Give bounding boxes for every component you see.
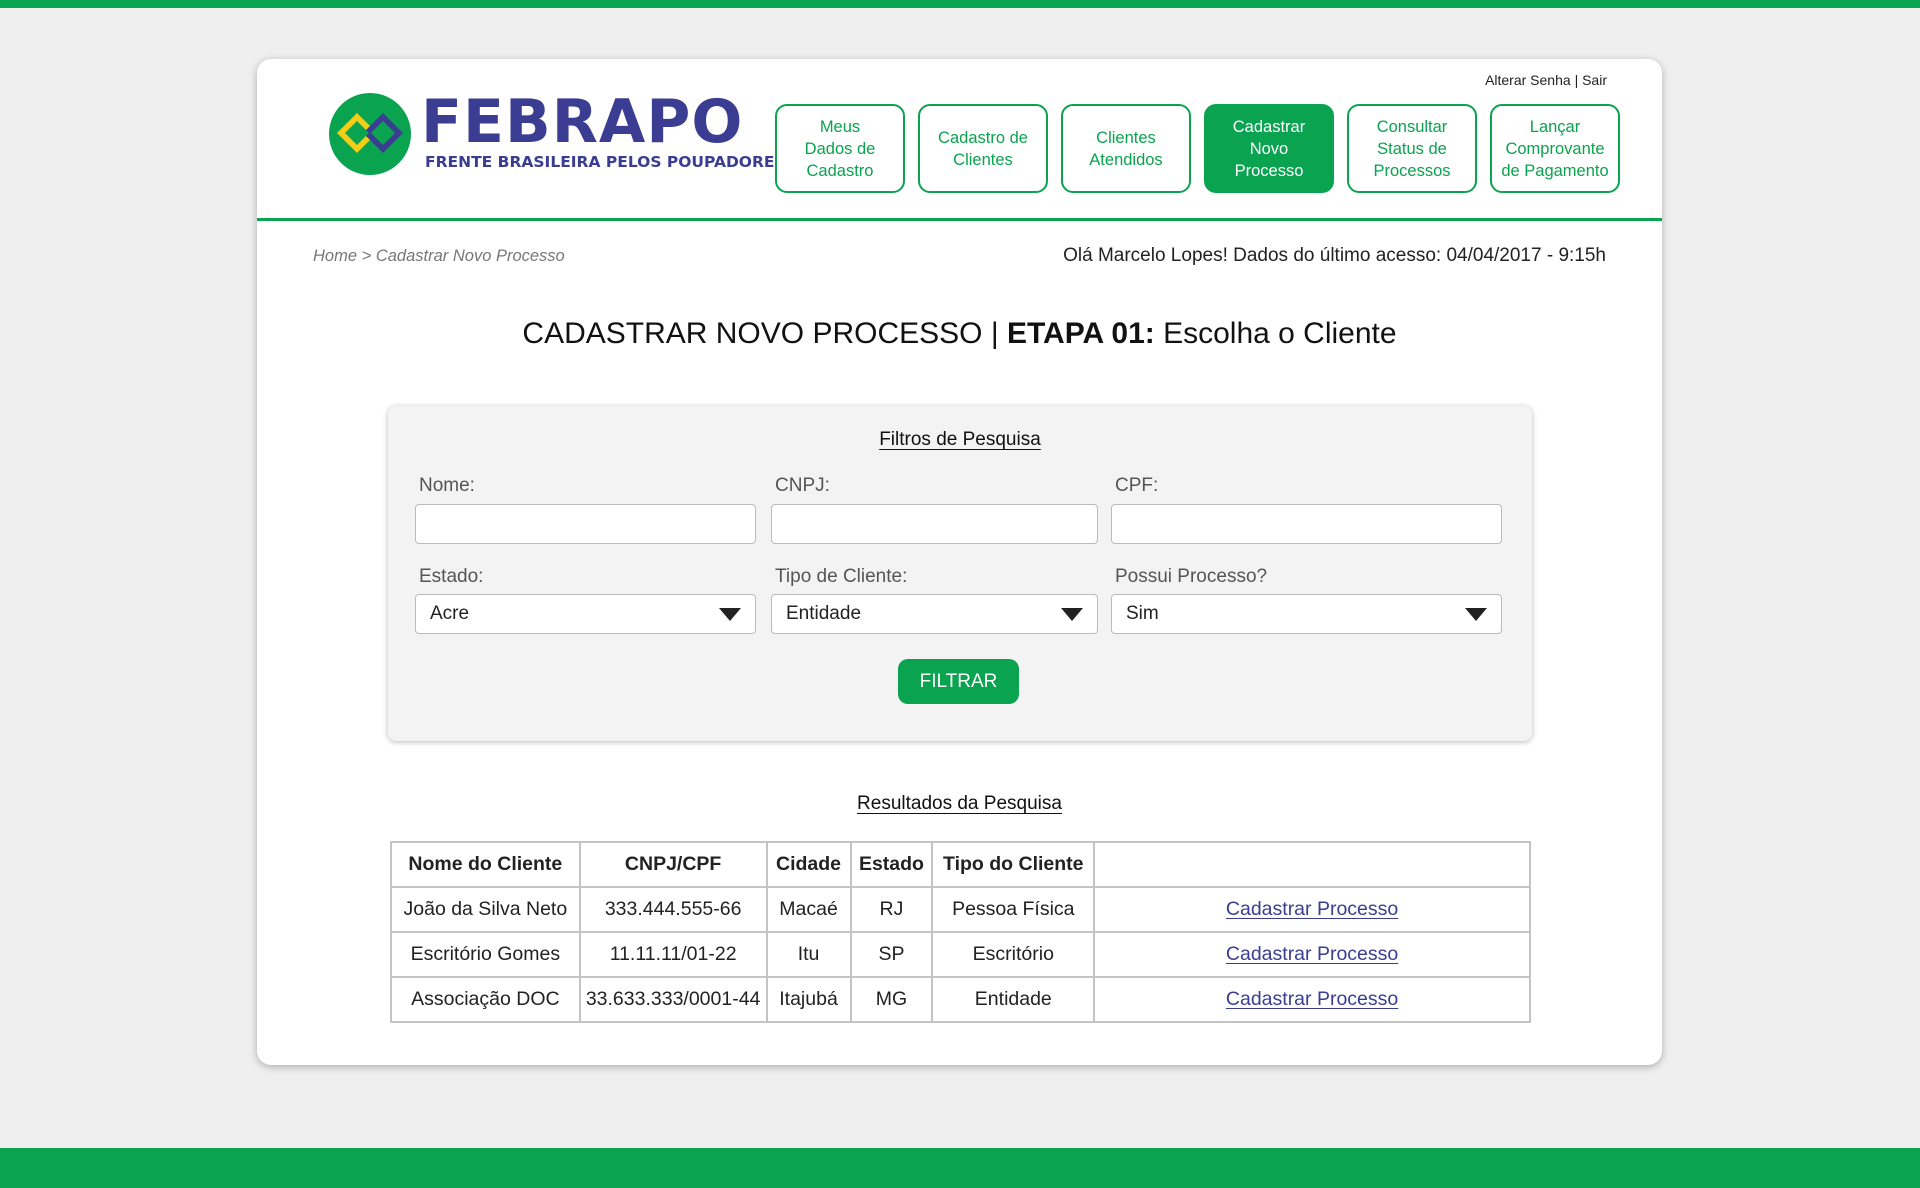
header: FEBRAPO FRENTE BRASILEIRA PELOS POUPADOR… bbox=[257, 59, 1662, 221]
table-row: João da Silva Neto 333.444.555-66 Macaé … bbox=[390, 886, 1531, 933]
account-links: Alterar Senha | Sair bbox=[1485, 72, 1607, 88]
action-cell: Cadastrar Processo bbox=[1093, 886, 1531, 933]
document-cell: 333.444.555-66 bbox=[578, 886, 768, 933]
chevron-down-icon bbox=[1465, 608, 1487, 621]
main-card: FEBRAPO FRENTE BRASILEIRA PELOS POUPADOR… bbox=[257, 59, 1662, 1065]
nav-process-status[interactable]: Consultar Status de Processos bbox=[1347, 104, 1477, 193]
name-input[interactable] bbox=[415, 504, 756, 544]
filters-title: Filtros de Pesquisa bbox=[879, 429, 1041, 450]
cpf-input[interactable] bbox=[1111, 504, 1502, 544]
welcome-message: Olá Marcelo Lopes! Dados do último acess… bbox=[1063, 245, 1606, 266]
logout-link[interactable]: Sair bbox=[1582, 72, 1607, 88]
page-title-step: ETAPA 01: bbox=[1006, 317, 1155, 350]
cnpj-label: CNPJ: bbox=[775, 475, 830, 496]
client-type-select[interactable]: Entidade bbox=[771, 594, 1098, 634]
state-select-value: Acre bbox=[430, 603, 470, 624]
breadcrumb[interactable]: Home > Cadastrar Novo Processo bbox=[313, 247, 565, 266]
register-process-link[interactable]: Cadastrar Processo bbox=[1226, 898, 1398, 920]
top-accent-bar bbox=[0, 0, 1920, 8]
client-name-cell: Escritório Gomes bbox=[390, 931, 581, 978]
table-row: Escritório Gomes 11.11.11/01-22 Itu SP E… bbox=[390, 931, 1531, 978]
action-cell: Cadastrar Processo bbox=[1093, 931, 1531, 978]
brand-tagline: FRENTE BRASILEIRA PELOS POUPADORES bbox=[425, 153, 786, 171]
nav-client-registration[interactable]: Cadastro de Clientes bbox=[918, 104, 1048, 193]
page-title: CADASTRAR NOVO PROCESSO | ETAPA 01: Esco… bbox=[257, 317, 1662, 351]
client-name-cell: João da Silva Neto bbox=[390, 886, 581, 933]
action-cell: Cadastrar Processo bbox=[1093, 976, 1531, 1023]
nav-new-process[interactable]: Cadastrar Novo Processo bbox=[1204, 104, 1334, 193]
cpf-label: CPF: bbox=[1115, 475, 1159, 496]
client-type-select-value: Entidade bbox=[786, 603, 862, 624]
nav-payment-receipt[interactable]: Lançar Comprovante de Pagamento bbox=[1490, 104, 1620, 193]
client-type-cell: Escritório bbox=[931, 931, 1096, 978]
has-process-label: Possui Processo? bbox=[1115, 566, 1268, 587]
state-cell: RJ bbox=[849, 886, 934, 933]
state-cell: SP bbox=[849, 931, 934, 978]
state-label: Estado: bbox=[419, 566, 484, 587]
results-title: Resultados da Pesquisa bbox=[857, 793, 1062, 814]
search-filters-panel: Filtros de Pesquisa Nome: CNPJ: CPF: Est… bbox=[388, 406, 1532, 741]
city-cell: Itu bbox=[765, 931, 852, 978]
chevron-down-icon bbox=[719, 608, 741, 621]
table-row: Associação DOC 33.633.333/0001-44 Itajub… bbox=[390, 976, 1531, 1023]
column-header-city: Cidade bbox=[765, 841, 852, 888]
has-process-select[interactable]: Sim bbox=[1111, 594, 1502, 634]
document-cell: 11.11.11/01-22 bbox=[578, 931, 768, 978]
main-nav: Meus Dados de Cadastro Cadastro de Clien… bbox=[775, 104, 1620, 193]
results-table: Nome do Cliente CNPJ/CPF Cidade Estado T… bbox=[390, 841, 1531, 1023]
state-select[interactable]: Acre bbox=[415, 594, 756, 634]
city-cell: Macaé bbox=[765, 886, 852, 933]
brand-name: FEBRAPO bbox=[421, 87, 744, 157]
febrapo-logo[interactable]: FEBRAPO FRENTE BRASILEIRA PELOS POUPADOR… bbox=[327, 87, 786, 179]
table-header-row: Nome do Cliente CNPJ/CPF Cidade Estado T… bbox=[390, 841, 1531, 888]
febrapo-logo-icon bbox=[329, 93, 411, 175]
has-process-select-value: Sim bbox=[1126, 603, 1159, 624]
nav-clients-served[interactable]: Clientes Atendidos bbox=[1061, 104, 1191, 193]
nav-my-registration[interactable]: Meus Dados de Cadastro bbox=[775, 104, 905, 193]
city-cell: Itajubá bbox=[765, 976, 852, 1023]
change-password-link[interactable]: Alterar Senha bbox=[1485, 72, 1571, 88]
column-header-client-name: Nome do Cliente bbox=[390, 841, 581, 888]
bottom-accent-bar bbox=[0, 1148, 1920, 1188]
register-process-link[interactable]: Cadastrar Processo bbox=[1226, 943, 1398, 965]
client-name-cell: Associação DOC bbox=[390, 976, 581, 1023]
client-type-cell: Pessoa Física bbox=[931, 886, 1096, 933]
column-header-action bbox=[1093, 841, 1531, 888]
document-cell: 33.633.333/0001-44 bbox=[578, 976, 768, 1023]
account-links-separator: | bbox=[1574, 72, 1579, 88]
state-cell: MG bbox=[849, 976, 934, 1023]
column-header-document: CNPJ/CPF bbox=[578, 841, 768, 888]
filter-button[interactable]: FILTRAR bbox=[898, 659, 1019, 704]
page-title-prefix: CADASTRAR NOVO PROCESSO | bbox=[522, 317, 1007, 350]
client-type-cell: Entidade bbox=[931, 976, 1096, 1023]
client-type-label: Tipo de Cliente: bbox=[775, 566, 908, 587]
column-header-client-type: Tipo do Cliente bbox=[931, 841, 1096, 888]
register-process-link[interactable]: Cadastrar Processo bbox=[1226, 988, 1398, 1010]
chevron-down-icon bbox=[1061, 608, 1083, 621]
name-label: Nome: bbox=[419, 475, 475, 496]
column-header-state: Estado bbox=[849, 841, 934, 888]
cnpj-input[interactable] bbox=[771, 504, 1098, 544]
page-title-suffix: Escolha o Cliente bbox=[1154, 317, 1397, 350]
